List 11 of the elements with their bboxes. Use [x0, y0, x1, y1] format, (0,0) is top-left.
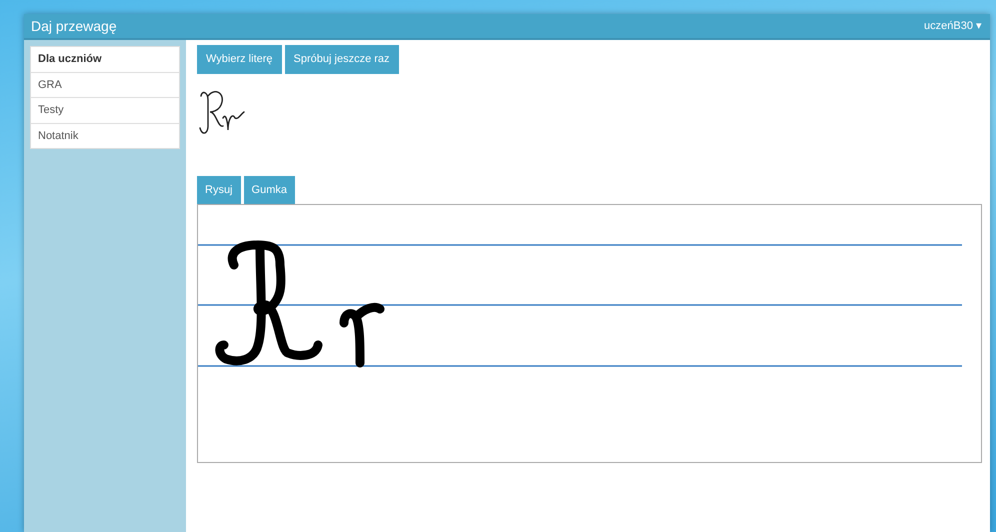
sidebar-item[interactable]: Testy — [30, 98, 180, 124]
app-title: Daj przewagę — [31, 16, 117, 36]
tool-tab[interactable]: Gumka — [244, 176, 295, 204]
sidebar-item[interactable]: Dla uczniów — [30, 46, 180, 72]
letter-sample-drawing — [198, 90, 246, 136]
toolbar-button[interactable]: Wybierz literę — [197, 45, 282, 74]
tool-tab[interactable]: Rysuj — [197, 176, 241, 204]
sidebar-item[interactable]: Notatnik — [30, 124, 180, 149]
user-menu[interactable]: uczeńB30 ▾ — [924, 18, 982, 34]
toolbar-button[interactable]: Spróbuj jeszcze raz — [284, 45, 399, 74]
sidebar-item[interactable]: GRA — [30, 72, 180, 98]
